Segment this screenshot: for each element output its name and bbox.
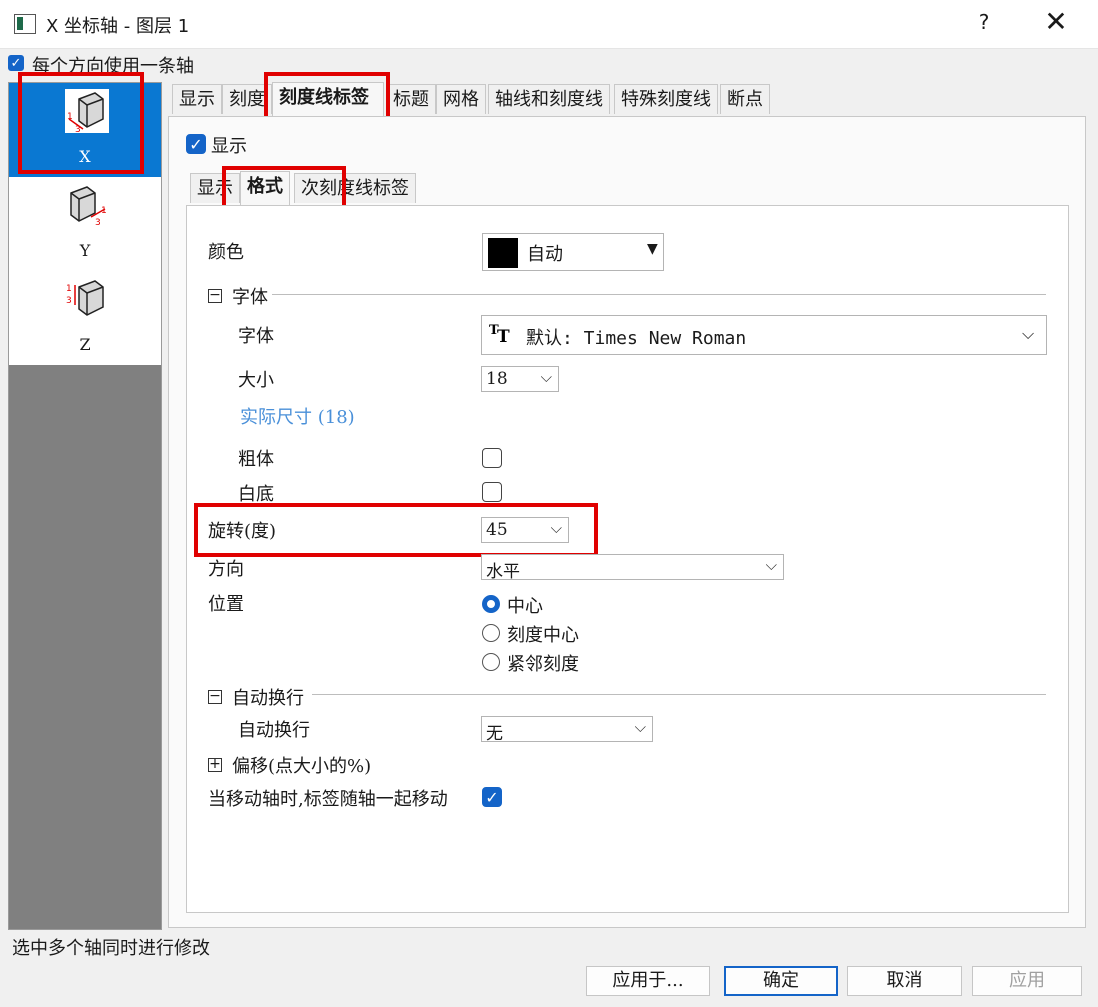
position-label: 位置: [208, 594, 244, 615]
section-divider: [272, 294, 1046, 295]
font-value: 默认: Times New Roman: [526, 328, 747, 349]
size-combo[interactable]: 18 ⌵: [481, 366, 559, 392]
expand-icon[interactable]: +: [208, 757, 222, 772]
svg-text:T: T: [497, 327, 510, 346]
apply-button[interactable]: 应用: [972, 966, 1082, 996]
color-combo[interactable]: 自动 ▼: [482, 233, 664, 271]
font-section-title: 字体: [232, 287, 268, 308]
tab-special-ticks[interactable]: 特殊刻度线: [614, 84, 718, 114]
axis-item-label: Z: [79, 335, 91, 354]
position-radio-next-to-tick[interactable]: [482, 653, 500, 671]
section-divider: [312, 694, 1046, 695]
app-window-icon: [14, 14, 36, 34]
svg-text:1: 1: [101, 206, 107, 216]
wrap-label: 自动换行: [238, 720, 310, 741]
bold-label: 粗体: [238, 449, 274, 470]
one-axis-per-direction-checkbox[interactable]: ✓: [8, 55, 24, 71]
dropdown-arrow-icon: ▼: [647, 241, 658, 257]
tab-breaks[interactable]: 断点: [720, 84, 770, 114]
z-axis-cube-icon: 1 3: [65, 277, 109, 321]
position-option-label: 刻度中心: [507, 625, 579, 646]
show-labels-checkbox[interactable]: ✓: [186, 134, 206, 154]
position-option-label: 紧邻刻度: [507, 654, 579, 675]
chevron-down-icon: ⌵: [765, 556, 777, 574]
bold-checkbox[interactable]: [482, 448, 502, 468]
wrap-section-title: 自动换行: [232, 688, 304, 709]
apply-to-button[interactable]: 应用于...: [586, 966, 710, 996]
svg-text:3: 3: [95, 218, 101, 227]
ok-button[interactable]: 确定: [724, 966, 838, 996]
collapse-icon[interactable]: −: [208, 288, 222, 303]
move-with-axis-label: 当移动轴时,标签随轴一起移动: [208, 789, 448, 810]
axis-list: 1 3 X 1 3 Y 1 3 Z: [8, 82, 162, 930]
wrap-combo[interactable]: 无 ⌵: [481, 716, 653, 744]
svg-text:3: 3: [66, 296, 72, 306]
color-label: 颜色: [208, 242, 244, 263]
direction-value: 水平: [486, 562, 520, 582]
show-labels-label: 显示: [211, 136, 247, 157]
truetype-font-icon: T T: [488, 320, 514, 351]
white-bg-checkbox[interactable]: [482, 482, 502, 502]
cancel-button[interactable]: 取消: [847, 966, 962, 996]
offset-section-title: 偏移(点大小的%): [232, 756, 372, 777]
color-swatch: [488, 238, 518, 268]
color-value: 自动: [527, 244, 563, 265]
position-radio-center[interactable]: [482, 595, 500, 613]
font-combo[interactable]: T T 默认: Times New Roman ⌵: [481, 315, 1047, 355]
size-value: 18: [486, 369, 508, 389]
title-bar: X 坐标轴 - 图层 1 ? ✕: [0, 0, 1098, 49]
tab-grid[interactable]: 网格: [436, 84, 486, 114]
highlight-axis-x: [18, 72, 144, 174]
chevron-down-icon: ⌵: [634, 718, 646, 736]
help-button[interactable]: ?: [970, 10, 998, 38]
direction-label: 方向: [208, 559, 244, 580]
axis-item-label: Y: [79, 241, 91, 260]
highlight-rotation: [194, 503, 598, 557]
window-title: X 坐标轴 - 图层 1: [46, 16, 190, 37]
close-button[interactable]: ✕: [1040, 6, 1072, 38]
tab-line-and-ticks[interactable]: 轴线和刻度线: [488, 84, 610, 114]
move-with-axis-checkbox[interactable]: ✓: [482, 787, 502, 807]
position-option-label: 中心: [507, 596, 543, 617]
actual-size-text: 实际尺寸 (18): [240, 407, 355, 428]
status-text: 选中多个轴同时进行修改: [12, 938, 210, 959]
direction-combo[interactable]: 水平 ⌵: [481, 554, 784, 582]
svg-text:1: 1: [66, 284, 72, 294]
y-axis-cube-icon: 1 3: [65, 183, 109, 228]
axis-item-y[interactable]: 1 3 Y: [9, 177, 161, 271]
chevron-down-icon: ⌵: [1022, 324, 1035, 343]
size-label: 大小: [238, 370, 274, 391]
chevron-down-icon: ⌵: [540, 368, 552, 386]
tab-title[interactable]: 标题: [386, 84, 436, 114]
wrap-value: 无: [486, 724, 503, 744]
collapse-icon[interactable]: −: [208, 689, 222, 704]
position-radio-tick-center[interactable]: [482, 624, 500, 642]
tab-display[interactable]: 显示: [172, 84, 222, 114]
font-label: 字体: [238, 326, 274, 347]
axis-item-z[interactable]: 1 3 Z: [9, 271, 161, 365]
